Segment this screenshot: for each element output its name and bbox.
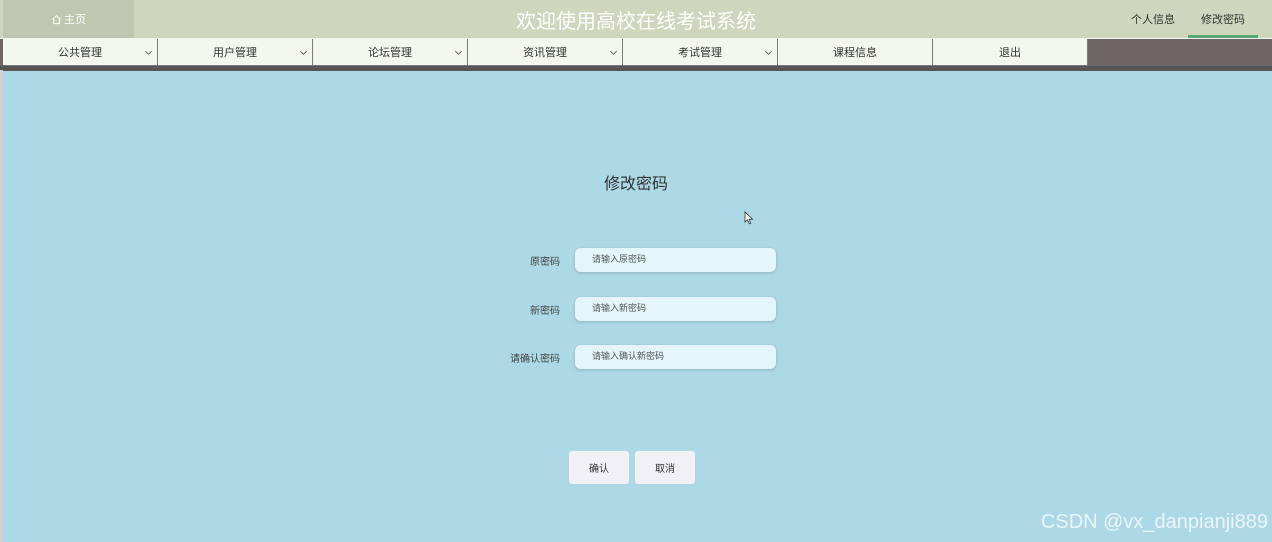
new-password-input[interactable] <box>575 297 776 321</box>
confirm-password-label: 请确认密码 <box>510 354 560 365</box>
watermark: CSDN @vx_danpianji889 <box>1040 511 1268 533</box>
chevron-down-icon <box>145 50 152 55</box>
nav-item-label: 论坛管理 <box>368 46 412 59</box>
home-icon <box>52 14 61 24</box>
nav-item-public[interactable]: 公共管理 <box>3 39 158 66</box>
chevron-down-icon <box>610 50 617 55</box>
new-password-row: 新密码 <box>0 297 1272 321</box>
nav-item-logout[interactable]: 退出 <box>933 39 1088 66</box>
confirm-password-row: 请确认密码 <box>0 345 1272 369</box>
chevron-down-icon <box>765 50 772 55</box>
new-password-label: 新密码 <box>530 306 560 317</box>
nav-list: 公共管理 用户管理 论坛管理 资讯管理 考试管理 课程信息 退出 <box>3 39 1088 66</box>
nav-item-label: 资讯管理 <box>523 46 567 59</box>
nav-item-label: 考试管理 <box>678 46 722 59</box>
site-title: 欢迎使用高校在线考试系统 <box>516 8 756 33</box>
nav-item-courses[interactable]: 课程信息 <box>778 39 933 66</box>
confirm-button[interactable]: 确认 <box>569 451 629 484</box>
mouse-cursor-icon <box>744 211 754 225</box>
home-label: 主页 <box>64 13 86 26</box>
top-links: 个人信息 修改密码 <box>1118 0 1258 38</box>
nav-item-forum[interactable]: 论坛管理 <box>313 39 468 66</box>
cancel-button[interactable]: 取消 <box>635 451 695 484</box>
chevron-down-icon <box>300 50 307 55</box>
nav-item-label: 课程信息 <box>833 46 877 59</box>
confirm-password-input[interactable] <box>575 345 776 369</box>
main-nav: 公共管理 用户管理 论坛管理 资讯管理 考试管理 课程信息 退出 <box>0 38 1272 71</box>
nav-item-users[interactable]: 用户管理 <box>158 39 313 66</box>
chevron-down-icon <box>455 50 462 55</box>
nav-item-news[interactable]: 资讯管理 <box>468 39 623 66</box>
nav-item-label: 退出 <box>999 46 1021 59</box>
home-button[interactable]: 主页 <box>3 0 134 38</box>
form-title: 修改密码 <box>603 174 668 193</box>
link-change-password[interactable]: 修改密码 <box>1188 0 1258 38</box>
page: 主页 欢迎使用高校在线考试系统 个人信息 修改密码 公共管理 用户管理 论坛管理… <box>0 0 1272 542</box>
nav-item-label: 用户管理 <box>213 46 257 59</box>
link-profile[interactable]: 个人信息 <box>1118 0 1188 38</box>
nav-item-label: 公共管理 <box>58 46 102 59</box>
old-password-input[interactable] <box>575 248 776 272</box>
old-password-label: 原密码 <box>530 257 560 268</box>
nav-divider <box>0 66 1272 71</box>
nav-item-exams[interactable]: 考试管理 <box>623 39 778 66</box>
top-header: 主页 欢迎使用高校在线考试系统 个人信息 修改密码 <box>0 0 1272 38</box>
old-password-row: 原密码 <box>0 248 1272 272</box>
form-actions: 确认 取消 <box>569 451 695 484</box>
